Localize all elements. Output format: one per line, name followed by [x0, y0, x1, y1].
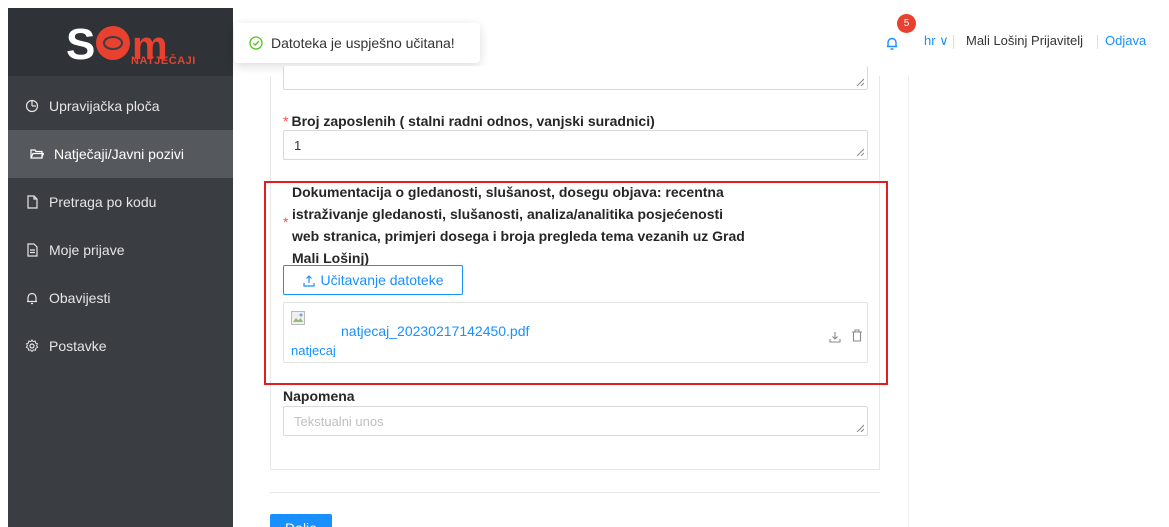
uploaded-file-item: natjecaj natjecaj_20230217142450.pdf	[283, 302, 868, 363]
sidebar-nav: Upravijačka ploča Natječaji/Javni pozivi…	[8, 82, 233, 370]
dashboard-icon	[25, 99, 39, 113]
logo-subtitle: NATJEČAJI	[131, 55, 196, 67]
employees-value: 1	[294, 138, 302, 153]
page-frame	[0, 0, 8, 527]
sidebar-item-notifications[interactable]: Obavijesti	[8, 274, 233, 322]
file-name-link[interactable]: natjecaj_20230217142450.pdf	[341, 323, 529, 339]
svg-text:S: S	[66, 20, 95, 67]
broken-image-icon	[291, 311, 305, 325]
sidebar-item-label: Pretraga po kodu	[49, 194, 157, 210]
sidebar-item-dashboard[interactable]: Upravijačka ploča	[8, 82, 233, 130]
notification-count-badge: 5	[897, 14, 916, 33]
required-asterisk: *	[283, 113, 289, 129]
download-icon[interactable]	[829, 330, 841, 343]
resize-grip-icon	[856, 424, 864, 432]
right-panel-divider	[908, 76, 909, 527]
sidebar-item-my-applications[interactable]: Moje prijave	[8, 226, 233, 274]
resize-grip-icon	[856, 148, 864, 156]
documentation-label: Dokumentacija o gledanosti, slušanost, d…	[292, 184, 745, 266]
note-placeholder: Tekstualni unos	[294, 414, 384, 429]
delete-icon[interactable]	[851, 329, 863, 342]
toast-message: Datoteka je uspješno učitana!	[271, 35, 455, 51]
employees-label: * Broj zaposlenih ( stalni radni odnos, v…	[283, 113, 655, 129]
note-label: Napomena	[283, 388, 355, 404]
resize-grip-icon	[856, 78, 864, 86]
check-circle-icon	[249, 36, 263, 50]
sidebar-item-label: Natječaji/Javni pozivi	[54, 146, 184, 162]
sidebar-item-label: Obavijesti	[49, 290, 111, 306]
employees-field[interactable]: 1	[283, 130, 868, 160]
file-thumbnail-alt: natjecaj	[291, 343, 336, 357]
gear-icon	[25, 339, 39, 353]
sidebar-item-label: Moje prijave	[49, 242, 125, 258]
bell-icon	[25, 291, 39, 305]
logo[interactable]: S m NATJEČAJI	[8, 8, 233, 76]
sidebar-item-search-by-code[interactable]: Pretraga po kodu	[8, 178, 233, 226]
upload-label: Učitavanje datoteke	[320, 272, 444, 288]
folder-open-icon	[30, 147, 44, 161]
upload-icon	[302, 274, 315, 287]
file-text-icon	[25, 243, 39, 257]
sidebar: S m NATJEČAJI Upravijačka ploča Natječaj…	[8, 8, 233, 527]
language-selector[interactable]: hr ∨	[924, 33, 949, 49]
file-thumbnail[interactable]: natjecaj	[291, 311, 337, 357]
notification-bell-icon[interactable]	[884, 35, 900, 51]
form-footer-divider	[270, 492, 880, 493]
user-name: Mali Lošinj Prijavitelj	[966, 33, 1084, 48]
sidebar-item-label: Upravijačka ploča	[49, 98, 160, 114]
success-toast: Datoteka je uspješno učitana!	[234, 23, 480, 63]
required-asterisk: *	[283, 214, 289, 230]
upload-file-button[interactable]: Učitavanje datoteke	[283, 265, 463, 295]
divider	[1097, 35, 1098, 49]
logout-link[interactable]: Odjava	[1105, 33, 1146, 48]
previous-textarea[interactable]	[283, 66, 868, 90]
divider	[953, 35, 954, 49]
sidebar-item-settings[interactable]: Postavke	[8, 322, 233, 370]
note-textarea[interactable]: Tekstualni unos	[283, 406, 868, 436]
sidebar-item-tenders[interactable]: Natječaji/Javni pozivi	[8, 130, 233, 178]
file-icon	[25, 195, 39, 209]
next-button[interactable]: Dalje	[270, 514, 332, 527]
sidebar-item-label: Postavke	[49, 338, 107, 354]
